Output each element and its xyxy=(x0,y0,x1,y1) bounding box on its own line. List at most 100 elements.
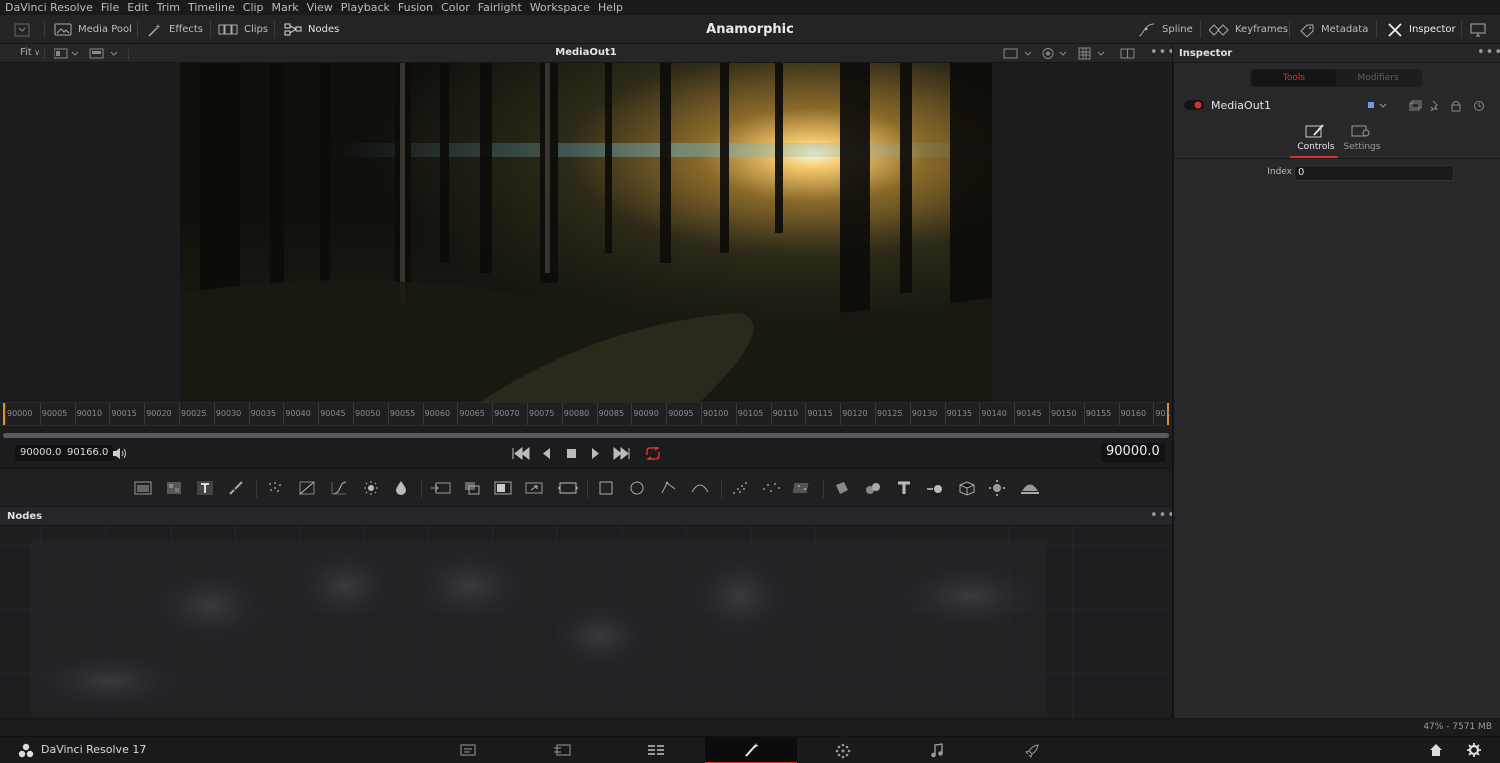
menu-workspace[interactable]: Workspace xyxy=(530,1,590,14)
background-tool-icon[interactable] xyxy=(134,480,152,496)
menu-davinci-resolve[interactable]: DaVinci Resolve xyxy=(5,1,93,14)
volume-icon[interactable] xyxy=(112,447,128,460)
menu-playback[interactable]: Playback xyxy=(341,1,390,14)
paint-brush-icon[interactable] xyxy=(227,480,245,496)
panel-toggle-button[interactable] xyxy=(14,15,30,44)
menu-help[interactable]: Help xyxy=(598,1,623,14)
menu-clip[interactable]: Clip xyxy=(243,1,264,14)
resize-tool-icon[interactable] xyxy=(525,480,543,496)
fairlight-page-icon[interactable] xyxy=(930,743,944,758)
ruler-tick xyxy=(248,403,250,425)
merge-3d-icon[interactable] xyxy=(926,480,944,496)
subtab-settings[interactable]: Settings xyxy=(1338,142,1386,152)
channel-booleans-icon[interactable] xyxy=(463,480,481,496)
home-icon[interactable] xyxy=(1429,743,1443,757)
pemitter-icon[interactable] xyxy=(731,480,749,496)
viewer-layout-icons[interactable] xyxy=(54,48,124,59)
keyframes-button[interactable]: Keyframes xyxy=(1209,15,1288,44)
ruler-tick xyxy=(701,403,702,425)
playback-buttons[interactable] xyxy=(512,447,662,460)
brightness-icon[interactable] xyxy=(362,480,380,496)
subtab-controls[interactable]: Controls xyxy=(1292,142,1340,152)
node-header-icons[interactable] xyxy=(1367,100,1487,112)
menu-color[interactable]: Color xyxy=(441,1,470,14)
index-input[interactable]: 0 xyxy=(1294,165,1454,181)
menu-edit[interactable]: Edit xyxy=(127,1,148,14)
timeline-ruler[interactable]: 90000 90005 90010 90015 90020 90025 90030 90035… xyxy=(0,402,1172,426)
ruler-tick-label: 90060 xyxy=(424,409,451,418)
color-correct-icon[interactable] xyxy=(298,480,316,496)
menu-fairlight[interactable]: Fairlight xyxy=(478,1,522,14)
ruler-tick xyxy=(770,403,772,425)
cut-page-icon[interactable] xyxy=(553,743,573,757)
edit-page-icon[interactable] xyxy=(647,743,665,757)
media-page-icon[interactable] xyxy=(460,744,476,756)
ellipse-mask-icon[interactable] xyxy=(628,480,646,496)
menu-file[interactable]: File xyxy=(101,1,119,14)
color-page-icon[interactable] xyxy=(835,743,851,759)
polygon-mask-icon[interactable] xyxy=(660,480,678,496)
effects-button[interactable]: Effects xyxy=(147,15,203,44)
settings-tab-icon xyxy=(1351,125,1370,137)
fullscreen-button[interactable] xyxy=(1470,15,1486,44)
color-curves-icon[interactable] xyxy=(330,480,348,496)
renderer-3d-icon[interactable] xyxy=(1020,480,1040,496)
ruler-tick xyxy=(492,403,494,425)
blur-drop-icon[interactable] xyxy=(392,480,410,496)
ruler-tick-label: 90000 xyxy=(7,409,33,418)
ruler-tick-label: 90050 xyxy=(355,409,381,418)
inspector-button[interactable]: Inspector xyxy=(1387,15,1456,44)
ruler-tick xyxy=(666,403,668,425)
transform-tool-icon[interactable] xyxy=(557,480,579,496)
metadata-button[interactable]: Metadata xyxy=(1299,15,1368,44)
main-toolbar: Media Pool Effects Clips Nodes Anamorphi… xyxy=(0,15,1500,44)
current-timecode[interactable]: 90000.0 xyxy=(1101,443,1165,462)
fusion-page-tab-active[interactable] xyxy=(705,737,797,763)
nodes-panel-title: Nodes xyxy=(7,511,43,522)
zoom-fit-dropdown[interactable]: Fit ∨ xyxy=(20,47,40,58)
fastnoise-tool-icon[interactable] xyxy=(165,480,183,496)
gear-icon[interactable] xyxy=(1467,743,1481,757)
matte-control-icon[interactable] xyxy=(494,480,512,496)
text-tool-icon[interactable] xyxy=(196,480,214,496)
deliver-page-icon[interactable] xyxy=(1024,743,1040,759)
node-enable-toggle-icon[interactable] xyxy=(1184,100,1204,110)
ruler-tick-label: 90065 xyxy=(459,409,485,418)
start-timecode[interactable]: 90000.0 xyxy=(15,445,67,461)
merge-tool-icon[interactable] xyxy=(430,480,452,496)
node-editor-canvas[interactable] xyxy=(0,526,1172,718)
menu-trim[interactable]: Trim xyxy=(157,1,180,14)
menu-view[interactable]: View xyxy=(307,1,333,14)
ruler-tick-label: 90055 xyxy=(389,409,416,418)
pimage-icon[interactable] xyxy=(793,480,813,496)
tab-tools[interactable]: Tools xyxy=(1252,70,1336,86)
tab-modifiers[interactable]: Modifiers xyxy=(1336,70,1420,86)
text-3d-icon[interactable] xyxy=(895,480,913,496)
zoom-fit-label: Fit xyxy=(20,47,32,58)
nodes-button[interactable]: Nodes xyxy=(284,15,339,44)
shape-3d-icon[interactable] xyxy=(864,480,882,496)
ruler-tick-label: 90105 xyxy=(737,409,764,418)
clips-button[interactable]: Clips xyxy=(218,15,268,44)
bspline-mask-icon[interactable] xyxy=(691,480,709,496)
spotlight-3d-icon[interactable] xyxy=(988,480,1006,496)
inspector-more-options-icon[interactable]: ••• xyxy=(1477,46,1500,59)
viewer-option-icons[interactable] xyxy=(1003,47,1143,60)
menu-mark[interactable]: Mark xyxy=(272,1,299,14)
prender-icon[interactable] xyxy=(761,480,783,496)
keyframes-icon xyxy=(1209,23,1229,36)
ruler-tick xyxy=(1118,403,1120,425)
ruler-tick-label: 90080 xyxy=(563,409,590,418)
menu-timeline[interactable]: Timeline xyxy=(188,1,235,14)
media-pool-button[interactable]: Media Pool xyxy=(54,15,132,44)
rectangle-mask-icon[interactable] xyxy=(597,480,615,496)
end-timecode[interactable]: 90166.0 xyxy=(62,445,114,461)
ruler-tick xyxy=(875,403,876,425)
menu-fusion[interactable]: Fusion xyxy=(398,1,433,14)
controls-tab-icon xyxy=(1305,124,1324,138)
image-plane-3d-icon[interactable] xyxy=(833,480,851,496)
camera-3d-icon[interactable] xyxy=(958,480,976,496)
particles-icon[interactable] xyxy=(266,480,284,496)
spline-button[interactable]: Spline xyxy=(1138,15,1193,44)
chevron-down-icon: ∨ xyxy=(31,48,41,57)
